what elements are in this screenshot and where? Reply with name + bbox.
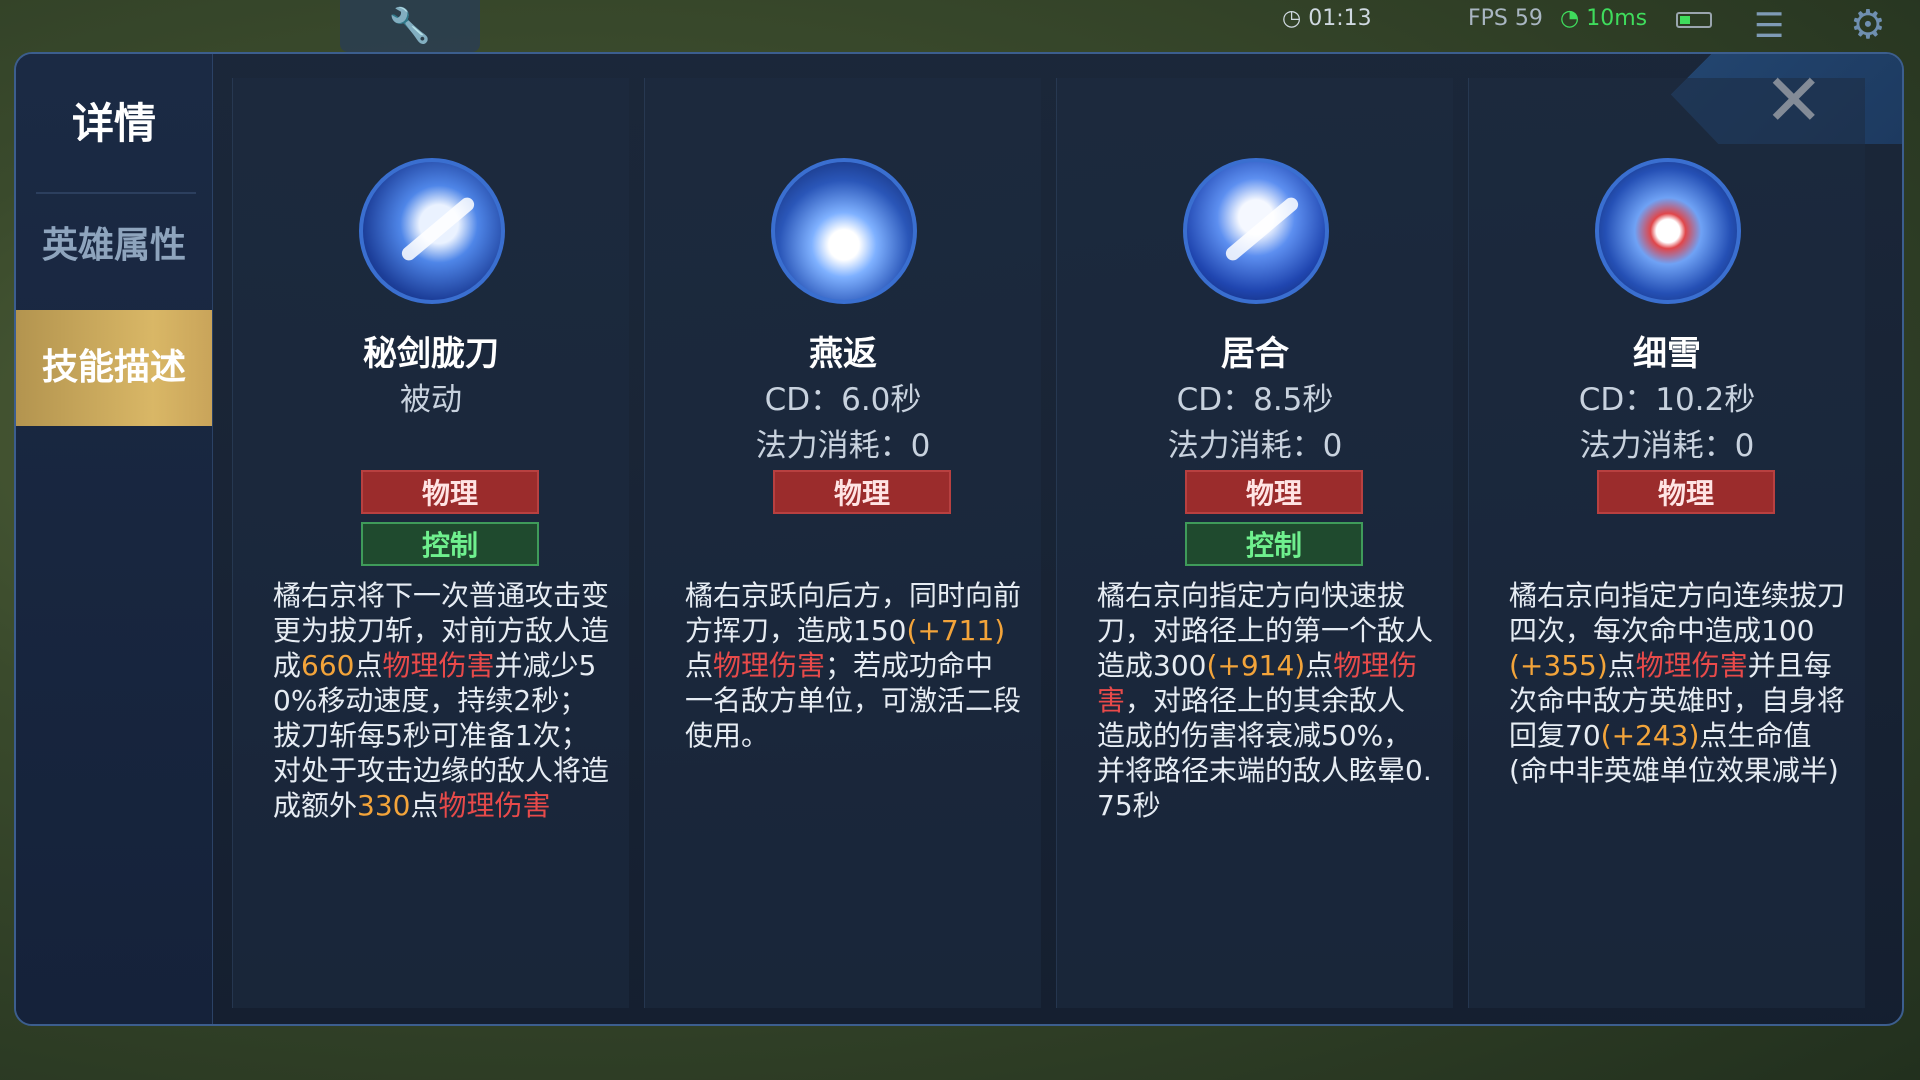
skill-mana-cost: 法力消耗：0 — [1579, 428, 1755, 464]
tag-physical: 物理 — [1185, 470, 1363, 514]
tab-skill-description[interactable]: 技能描述 — [16, 310, 212, 426]
skill-name: 燕返 — [809, 334, 877, 374]
value-text: (+355) — [1509, 649, 1608, 682]
skill-description: 橘右京向指定方向连续拔刀四次，每次命中造成100(+355)点物理伤害并且每次命… — [1509, 578, 1845, 788]
panel-title: 详情 — [71, 99, 156, 148]
skill-mana-cost: 法力消耗：0 — [1167, 428, 1343, 464]
skill-cooldown: CD：8.5秒 — [1176, 382, 1334, 418]
value-text: (+243) — [1600, 719, 1700, 752]
fps-counter: FPS 59 — [1468, 6, 1543, 31]
skill-description: 橘右京跃向后方，同时向前方挥刀，造成150(+711)点物理伤害；若成功命中一名… — [685, 578, 1021, 753]
tag-physical: 物理 — [1597, 470, 1775, 514]
skill-subtitle: 被动 — [400, 382, 462, 418]
damage-type-text: 物理伤害 — [713, 649, 826, 682]
tab-hero-attributes[interactable]: 英雄属性 — [16, 188, 212, 304]
skill-card: 燕返 CD：6.0秒 法力消耗：0 物理 橘右京跃向后方，同时向前方挥刀，造成1… — [644, 78, 1041, 1008]
skill-card: 居合 CD：8.5秒 法力消耗：0 物理 控制 橘右京向指定方向快速拔刀，对路径… — [1056, 78, 1453, 1008]
wrench-icon[interactable]: 🔧 — [340, 0, 480, 52]
skill-card: 秘剑胧刀 被动 物理 控制 橘右京将下一次普通攻击变更为拔刀斩，对前方敌人造成6… — [232, 78, 629, 1008]
skill-name: 居合 — [1221, 334, 1289, 374]
ping-text: 10ms — [1586, 6, 1648, 31]
ping-indicator: ◔ 10ms — [1560, 6, 1647, 31]
game-timer: ◷ 01:13 — [1282, 6, 1372, 31]
skill-card: 细雪 CD：10.2秒 法力消耗：0 物理 橘右京向指定方向连续拔刀四次，每次命… — [1468, 78, 1865, 1008]
skill-cooldown: CD：10.2秒 — [1578, 382, 1756, 418]
wifi-icon: ◔ — [1560, 6, 1580, 31]
damage-type-text: 物理伤害 — [1635, 649, 1748, 682]
description-text: 点 — [685, 649, 714, 682]
description-text: 点 — [1305, 649, 1334, 682]
value-text: 660 — [301, 649, 355, 682]
skill-description: 橘右京向指定方向快速拔刀，对路径上的第一个敌人造成300(+914)点物理伤害，… — [1097, 578, 1433, 823]
description-text: 点 — [354, 649, 383, 682]
skill-name: 秘剑胧刀 — [363, 334, 499, 374]
skill-icon-1 — [771, 158, 917, 304]
menu-icon[interactable]: ☰ — [1754, 6, 1784, 46]
damage-type-text: 物理伤害 — [382, 649, 495, 682]
skill-columns: 秘剑胧刀 被动 物理 控制 橘右京将下一次普通攻击变更为拔刀斩，对前方敌人造成6… — [232, 78, 1872, 1008]
timer-text: 01:13 — [1308, 6, 1372, 31]
description-text: 橘右京向指定方向连续拔刀四次，每次命中造成100 — [1509, 579, 1846, 647]
status-bar: 🔧 ◷ 01:13 FPS 59 ◔ 10ms ☰ ⚙ — [0, 0, 1920, 52]
value-text: (+711) — [906, 614, 1006, 647]
value-text: 330 — [357, 789, 411, 822]
details-panel: 详情 英雄属性 技能描述 ✕ 秘剑胧刀 被动 物理 控制 橘右京将下一次普通攻击… — [14, 52, 1904, 1026]
skill-mana-cost: 法力消耗：0 — [755, 428, 931, 464]
gear-icon[interactable]: ⚙ — [1850, 2, 1886, 48]
skill-cooldown: CD：6.0秒 — [764, 382, 922, 418]
description-text: 点 — [410, 789, 439, 822]
skill-icon-2 — [1183, 158, 1329, 304]
description-text: 点 — [1607, 649, 1636, 682]
skill-name: 细雪 — [1633, 334, 1701, 374]
tag-control: 控制 — [1185, 522, 1363, 566]
damage-type-text: 物理伤害 — [438, 789, 551, 822]
description-text: ，对路径上的其余敌人造成的伤害将衰减50%，并将路径末端的敌人眩晕0.75秒 — [1097, 684, 1432, 822]
skill-icon-passive — [359, 158, 505, 304]
skill-description: 橘右京将下一次普通攻击变更为拔刀斩，对前方敌人造成660点物理伤害并减少50%移… — [273, 578, 609, 823]
value-text: (+914) — [1206, 649, 1306, 682]
skill-icon-3 — [1595, 158, 1741, 304]
tag-physical: 物理 — [773, 470, 951, 514]
tag-control: 控制 — [361, 522, 539, 566]
battery-icon — [1676, 12, 1712, 28]
sidebar: 详情 英雄属性 技能描述 — [16, 54, 213, 1024]
tag-physical: 物理 — [361, 470, 539, 514]
